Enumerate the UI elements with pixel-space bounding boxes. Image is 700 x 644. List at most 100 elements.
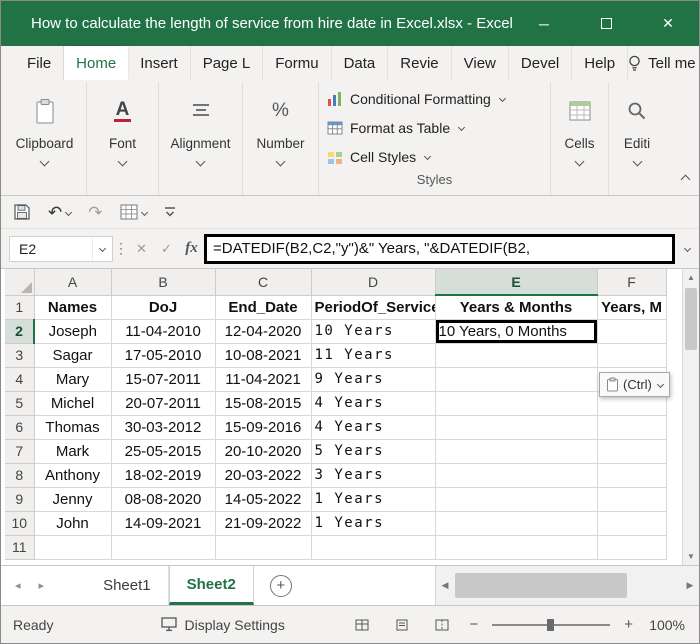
cell[interactable]: 15-07-2011: [111, 367, 216, 392]
cancel-button[interactable]: ✕: [129, 241, 154, 257]
cell[interactable]: Michel: [34, 391, 112, 416]
tell-me-button[interactable]: Tell me: [628, 55, 696, 72]
row-header[interactable]: 7: [5, 439, 35, 464]
cell[interactable]: 3 Years: [311, 463, 436, 488]
tab-help[interactable]: Help: [572, 46, 629, 80]
quick-command-button[interactable]: [120, 204, 148, 220]
sheet-tab-sheet2[interactable]: Sheet2: [168, 566, 254, 605]
cell[interactable]: Mary: [34, 367, 112, 392]
cell[interactable]: [597, 463, 667, 488]
cell[interactable]: [311, 535, 436, 560]
vertical-scrollbar-thumb[interactable]: [685, 288, 697, 350]
row-header[interactable]: 5: [5, 391, 35, 416]
cell[interactable]: [111, 535, 216, 560]
cell[interactable]: 9 Years: [311, 367, 436, 392]
select-all-button[interactable]: [5, 269, 35, 296]
cell[interactable]: [597, 439, 667, 464]
cell[interactable]: 30-03-2012: [111, 415, 216, 440]
close-button[interactable]: ✕: [637, 1, 699, 46]
conditional-formatting-button[interactable]: Conditional Formatting: [319, 84, 550, 113]
col-header-F[interactable]: F: [597, 269, 667, 296]
row-header[interactable]: 4: [5, 367, 35, 392]
horizontal-scrollbar[interactable]: ◀ ▶: [435, 566, 699, 605]
cell[interactable]: Names: [34, 295, 112, 320]
cell[interactable]: 14-05-2022: [215, 487, 312, 512]
cell[interactable]: 20-10-2020: [215, 439, 312, 464]
cell[interactable]: [597, 415, 667, 440]
name-box[interactable]: E2: [9, 235, 113, 262]
row-header[interactable]: 8: [5, 463, 35, 488]
maximize-button[interactable]: [575, 1, 637, 46]
cell[interactable]: Thomas: [34, 415, 112, 440]
col-header-B[interactable]: B: [111, 269, 216, 296]
cell[interactable]: 18-02-2019: [111, 463, 216, 488]
cells-group-button[interactable]: Cells: [551, 82, 609, 195]
cell[interactable]: 11-04-2010: [111, 319, 216, 344]
cell[interactable]: 1 Years: [311, 487, 436, 512]
tab-review[interactable]: Revie: [388, 46, 452, 80]
cell[interactable]: 08-08-2020: [111, 487, 216, 512]
tab-view[interactable]: View: [452, 46, 509, 80]
row-header[interactable]: 2: [5, 319, 35, 344]
editing-group-button[interactable]: Editi: [609, 82, 665, 195]
cell[interactable]: [435, 511, 598, 536]
cell[interactable]: Years, M: [597, 295, 667, 320]
cell[interactable]: [34, 535, 112, 560]
tab-home[interactable]: Home: [64, 46, 129, 80]
row-header[interactable]: 6: [5, 415, 35, 440]
tab-file[interactable]: File: [15, 46, 65, 80]
tab-developer[interactable]: Devel: [509, 46, 573, 80]
enter-button[interactable]: ✓: [154, 241, 179, 257]
cell[interactable]: 15-09-2016: [215, 415, 312, 440]
zoom-slider[interactable]: [492, 618, 611, 631]
page-break-view-button[interactable]: [429, 619, 455, 631]
name-box-dropdown[interactable]: [92, 236, 112, 261]
row-header[interactable]: 9: [5, 487, 35, 512]
alignment-group-button[interactable]: Alignment: [159, 82, 243, 195]
cell[interactable]: Years & Months: [435, 295, 598, 320]
row-header[interactable]: 11: [5, 535, 35, 560]
insert-function-button[interactable]: fx: [179, 240, 204, 257]
cell[interactable]: [597, 535, 667, 560]
scroll-right-icon[interactable]: ▶: [681, 580, 699, 591]
cell[interactable]: 10 Years: [311, 319, 436, 344]
cell[interactable]: John: [34, 511, 112, 536]
cell[interactable]: 5 Years: [311, 439, 436, 464]
cell[interactable]: [597, 343, 667, 368]
row-header[interactable]: 3: [5, 343, 35, 368]
cell[interactable]: 11-04-2021: [215, 367, 312, 392]
formula-input[interactable]: =DATEDIF(B2,C2,"y")&" Years, "&DATEDIF(B…: [204, 233, 675, 264]
zoom-in-button[interactable]: +: [624, 616, 633, 633]
scroll-up-icon[interactable]: ▲: [683, 269, 699, 286]
tab-insert[interactable]: Insert: [128, 46, 191, 80]
redo-button[interactable]: ↷: [88, 204, 102, 221]
cell[interactable]: 17-05-2010: [111, 343, 216, 368]
cell[interactable]: [435, 343, 598, 368]
undo-button[interactable]: ↶: [48, 204, 73, 221]
cell[interactable]: 4 Years: [311, 415, 436, 440]
previous-sheet-icon[interactable]: ◂: [15, 579, 21, 592]
cell[interactable]: Anthony: [34, 463, 112, 488]
tab-data[interactable]: Data: [332, 46, 389, 80]
cell[interactable]: 20-03-2022: [215, 463, 312, 488]
paste-options-button[interactable]: (Ctrl): [599, 372, 670, 397]
customize-qat-button[interactable]: [164, 206, 176, 218]
cell[interactable]: Mark: [34, 439, 112, 464]
save-button[interactable]: [13, 203, 31, 221]
cell[interactable]: [435, 463, 598, 488]
cell[interactable]: [597, 511, 667, 536]
font-group-button[interactable]: A Font: [87, 82, 159, 195]
cell[interactable]: 10-08-2021: [215, 343, 312, 368]
cell[interactable]: 11 Years: [311, 343, 436, 368]
cell[interactable]: End_Date: [215, 295, 312, 320]
scroll-down-icon[interactable]: ▼: [683, 548, 699, 565]
cell[interactable]: [597, 487, 667, 512]
sheet-tab-sheet1[interactable]: Sheet1: [86, 566, 169, 605]
cell[interactable]: [215, 535, 312, 560]
cell[interactable]: 1 Years: [311, 511, 436, 536]
cell[interactable]: [435, 487, 598, 512]
tab-page-layout[interactable]: Page L: [191, 46, 264, 80]
col-header-E[interactable]: E: [435, 269, 598, 296]
row-header[interactable]: 1: [5, 295, 35, 320]
display-settings-button[interactable]: Display Settings: [161, 617, 285, 633]
